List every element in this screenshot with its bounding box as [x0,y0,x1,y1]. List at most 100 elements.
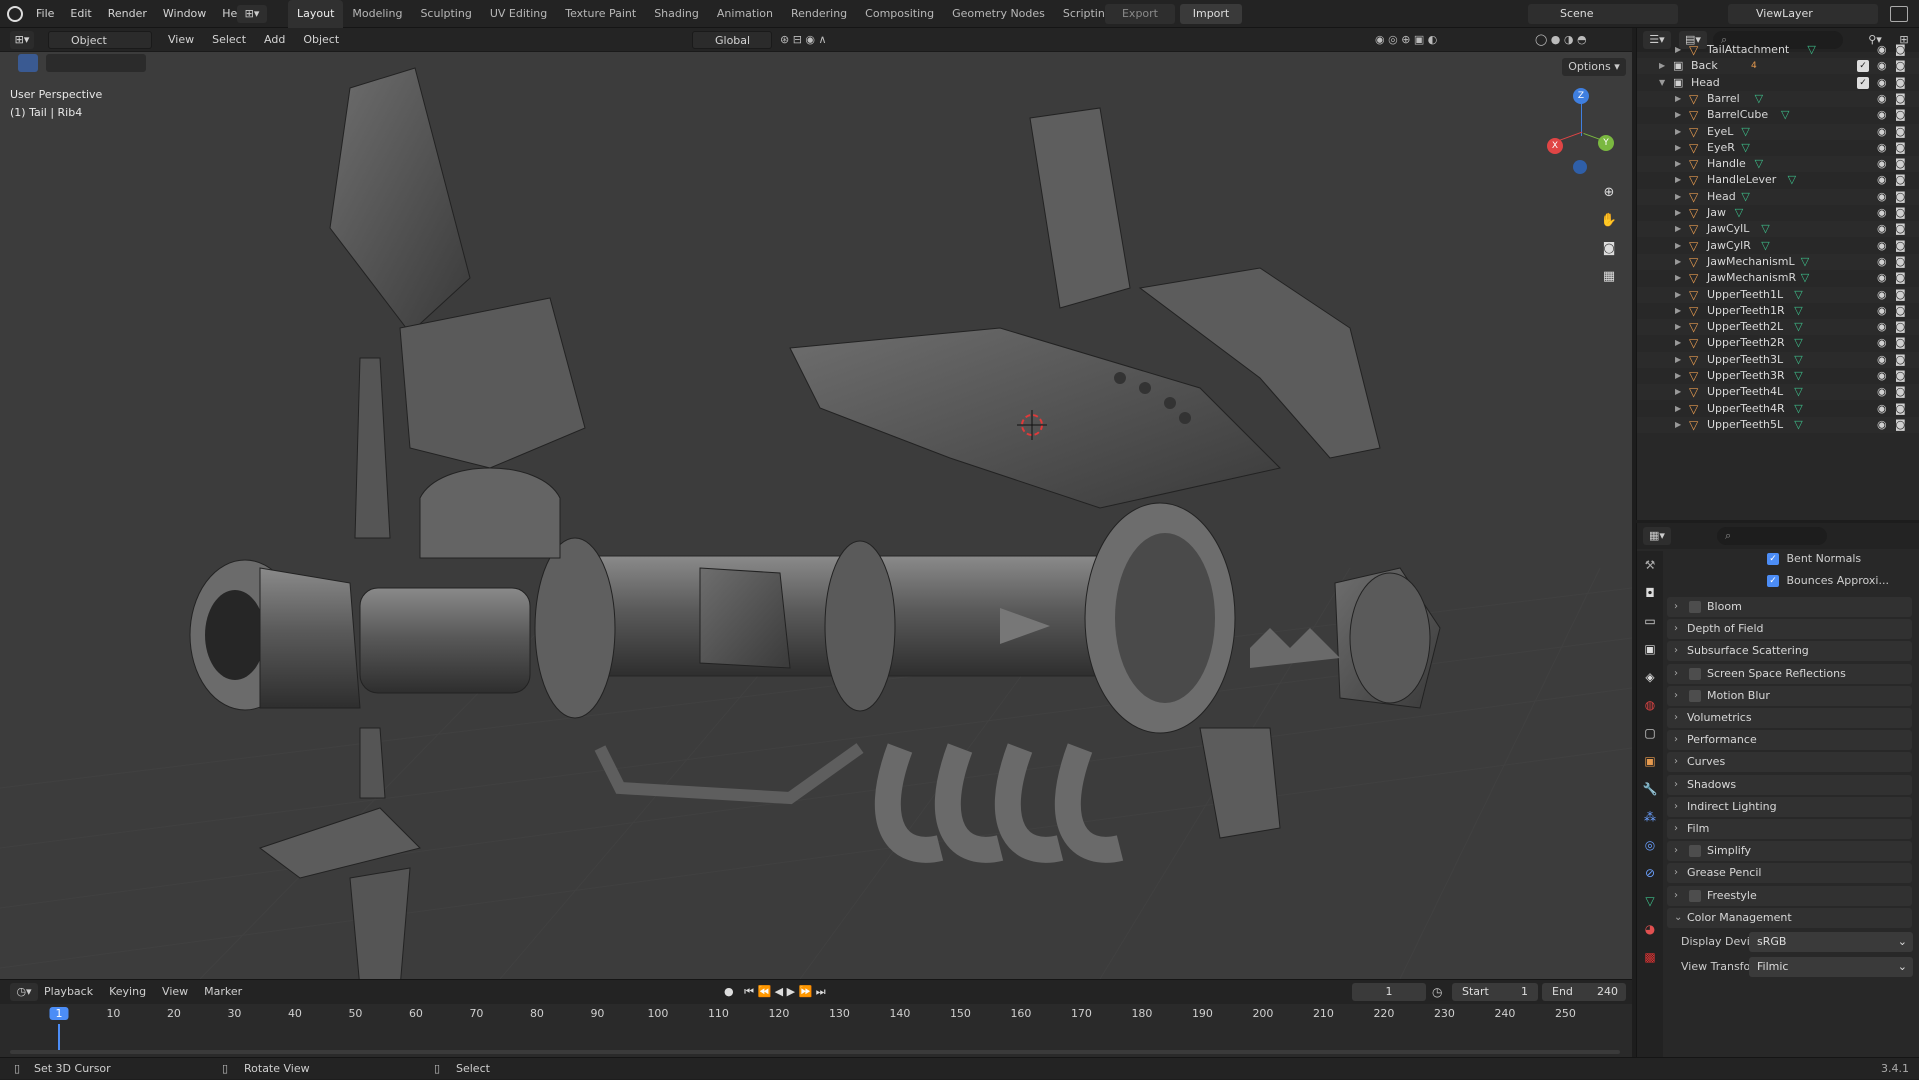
panel-freestyle[interactable]: › Freestyle [1667,885,1912,906]
options-button[interactable]: Options ▾ [1562,58,1626,76]
tab-compositing[interactable]: Compositing [856,0,943,28]
exclude-checkbox[interactable]: ✓ [1857,76,1869,89]
render-camera-icon[interactable]: ◙ [1895,156,1906,172]
outliner-row[interactable]: ▶ ▽ Jaw ▽ ◉ ◙ [1637,205,1919,221]
mesh-data-icon[interactable]: ▽ [1794,384,1802,400]
playback-controls[interactable]: ● ⏮ ⏪ ◀ ▶ ⏩ ⏭ [724,983,904,1001]
visibility-eye-icon[interactable]: ◉ [1877,254,1887,270]
render-camera-icon[interactable]: ◙ [1895,91,1906,107]
render-camera-icon[interactable]: ◙ [1895,384,1906,400]
render-camera-icon[interactable]: ◙ [1895,42,1906,58]
3d-viewport[interactable]: ⊞▾ Object Mode View Select Add Object Globa… [0,28,1632,979]
outliner-row[interactable]: ▶ ▽ JawCylL ▽ ◉ ◙ [1637,221,1919,238]
mesh-data-icon[interactable]: ▽ [1741,140,1749,156]
mesh-data-icon[interactable]: ▽ [1794,319,1802,335]
expand-arrow-icon[interactable]: ▶ [1675,189,1681,205]
expand-arrow-icon[interactable]: ▶ [1675,42,1681,58]
tab-modeling[interactable]: Modeling [343,0,411,28]
outliner-row[interactable]: ▶ ▽ UpperTeeth5L ▽ ◉ ◙ [1637,416,1919,433]
render-camera-icon[interactable]: ◙ [1895,352,1906,368]
tool-tab-icon[interactable]: ⚒ [1641,555,1659,575]
expand-arrow-icon[interactable]: ▶ [1675,303,1681,319]
viewport-menu-add[interactable]: Add [264,33,285,46]
mesh-data-icon[interactable]: ▽ [1794,335,1802,351]
timeline-menu-keying[interactable]: Keying [109,985,146,998]
camera-icon[interactable]: ◙ [1598,238,1620,260]
visibility-eye-icon[interactable]: ◉ [1877,156,1887,172]
outliner-row[interactable]: ▶ ▽ UpperTeeth4R ▽ ◉ ◙ [1637,401,1919,417]
visibility-eye-icon[interactable]: ◉ [1877,75,1887,91]
shading-mode-icons[interactable]: ◯ ● ◑ ◓ [1535,31,1625,49]
properties-search-input[interactable]: ⌕ [1717,527,1827,545]
bounces-approx-row[interactable]: ✓ Bounces Approxi... [1767,571,1917,591]
properties-editor-type-icon[interactable]: ▦▾ [1643,527,1671,545]
outliner-row[interactable]: ▶ ▽ UpperTeeth4L ▽ ◉ ◙ [1637,384,1919,401]
collapse-arrow-icon[interactable]: ▼ [1659,75,1665,91]
outliner-row[interactable]: ▶ ▽ TailAttachment ▽ ◉ ◙ [1637,42,1919,58]
outliner-row[interactable]: ▶ ▽ EyeL ▽ ◉ ◙ [1637,123,1919,140]
render-camera-icon[interactable]: ◙ [1895,335,1906,351]
render-camera-icon[interactable]: ◙ [1895,221,1906,237]
mesh-data-icon[interactable]: ▽ [1801,254,1809,270]
panel-motion-blur[interactable]: › Motion Blur [1667,685,1912,706]
outliner-row[interactable]: ▶ ▽ UpperTeeth3R ▽ ◉ ◙ [1637,368,1919,384]
menu-item-window[interactable]: Window [155,0,214,28]
bent-normals-checkbox[interactable]: ✓ [1767,553,1779,565]
selection-mode-buttons[interactable] [46,54,146,72]
mesh-data-icon[interactable]: ▽ [1788,172,1796,188]
expand-arrow-icon[interactable]: ▶ [1675,205,1681,221]
import-button[interactable]: Import [1180,4,1242,24]
visibility-eye-icon[interactable]: ◉ [1877,303,1887,319]
panel-film[interactable]: › Film [1667,819,1912,839]
visibility-eye-icon[interactable]: ◉ [1877,189,1887,205]
panel-performance[interactable]: › Performance [1667,730,1912,751]
render-camera-icon[interactable]: ◙ [1895,319,1906,335]
visibility-eye-icon[interactable]: ◉ [1877,205,1887,221]
mesh-data-icon[interactable]: ▽ [1755,156,1763,172]
render-camera-icon[interactable]: ◙ [1895,107,1906,123]
expand-arrow-icon[interactable]: ▶ [1659,58,1665,74]
y-axis-icon[interactable]: Y [1598,135,1614,151]
render-camera-icon[interactable]: ◙ [1895,303,1906,319]
panel-color-management[interactable]: ⌄ Color Management [1667,907,1912,928]
editor-type-icon[interactable]: ⊞▾ [237,5,267,23]
timeline-editor-type-icon[interactable]: ◷▾ [10,983,38,1001]
render-camera-icon[interactable]: ◙ [1895,254,1906,270]
panel-enable-checkbox[interactable] [1689,889,1701,902]
mesh-data-icon[interactable]: ▽ [1794,303,1802,319]
outliner-row[interactable]: ▶ ▽ JawMechanismR ▽ ◉ ◙ [1637,270,1919,286]
tab-rendering[interactable]: Rendering [782,0,856,28]
expand-arrow-icon[interactable]: ▶ [1675,238,1681,254]
timeline[interactable]: ◷▾ Playback Keying View Marker ● ⏮ ⏪ ◀ ▶ ⏩ … [0,979,1632,1057]
z-axis-icon[interactable]: Z [1573,88,1589,104]
navigation-gizmo[interactable]: Z X Y [1545,88,1625,178]
blender-logo-icon[interactable] [7,6,23,22]
panel-volumetrics[interactable]: › Volumetrics [1667,708,1912,728]
expand-arrow-icon[interactable]: ▶ [1675,254,1681,270]
mesh-data-icon[interactable]: ▽ [1781,107,1789,123]
expand-arrow-icon[interactable]: ▶ [1675,91,1681,107]
visibility-eye-icon[interactable]: ◉ [1877,335,1887,351]
render-camera-icon[interactable]: ◙ [1895,172,1906,188]
bounces-approx-checkbox[interactable]: ✓ [1767,575,1779,587]
panel-depth-of-field[interactable]: › Depth of Field [1667,619,1912,640]
expand-arrow-icon[interactable]: ▶ [1675,335,1681,351]
mesh-data-icon[interactable]: ▽ [1794,401,1802,417]
expand-arrow-icon[interactable]: ▶ [1675,156,1681,172]
pivot-snap-icons[interactable]: ⊛ ⊟ ◉ ∧ [780,31,860,49]
mesh-data-icon[interactable]: ▽ [1794,368,1802,384]
visibility-eye-icon[interactable]: ◉ [1877,287,1887,303]
visibility-eye-icon[interactable]: ◉ [1877,172,1887,188]
expand-arrow-icon[interactable]: ▶ [1675,221,1681,237]
panel-grease-pencil[interactable]: › Grease Pencil [1667,863,1912,884]
visibility-eye-icon[interactable]: ◉ [1877,368,1887,384]
outliner-row[interactable]: ▼ ▣ Head ✓ ◉ ◙ [1637,75,1919,91]
menu-item-render[interactable]: Render [100,0,155,28]
perspective-grid-icon[interactable]: ▦ [1598,266,1620,288]
visibility-eye-icon[interactable]: ◉ [1877,238,1887,254]
tab-geometry-nodes[interactable]: Geometry Nodes [943,0,1054,28]
expand-arrow-icon[interactable]: ▶ [1675,384,1681,400]
expand-arrow-icon[interactable]: ▶ [1675,352,1681,368]
select-box-tool-icon[interactable] [18,54,38,72]
visibility-eye-icon[interactable]: ◉ [1877,384,1887,400]
